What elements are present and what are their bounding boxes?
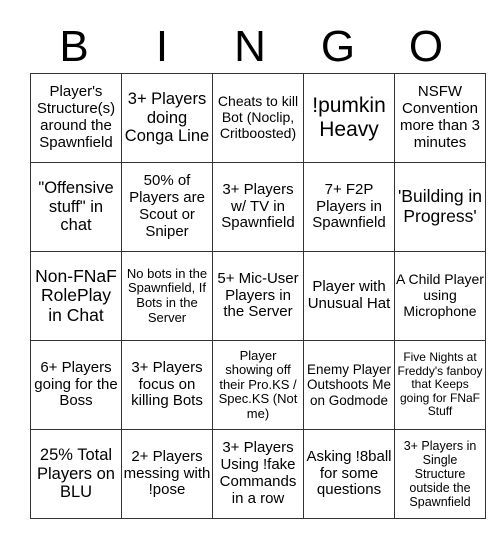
bingo-cell[interactable]: 3+ Players doing Conga Line bbox=[121, 73, 213, 163]
bingo-cell[interactable]: 3+ Players Using !fake Commands in a row bbox=[212, 429, 304, 519]
bingo-cell[interactable]: 7+ F2P Players in Spawnfield bbox=[303, 162, 395, 252]
bingo-cell[interactable]: 3+ Players focus on killing Bots bbox=[121, 340, 213, 430]
header-letter-i: I bbox=[155, 22, 169, 71]
bingo-cell[interactable]: 3+ Players w/ TV in Spawnfield bbox=[212, 162, 304, 252]
bingo-cell[interactable]: Five Nights at Freddy's fanboy that Keep… bbox=[394, 340, 486, 430]
bingo-cell[interactable]: 6+ Players going for the Boss bbox=[30, 340, 122, 430]
bingo-cell[interactable]: Asking !8ball for some questions bbox=[303, 429, 395, 519]
bingo-cell[interactable]: Non-FNaF RolePlay in Chat bbox=[30, 251, 122, 341]
header-letter-b: B bbox=[59, 22, 89, 71]
board-row: 6+ Players going for the Boss 3+ Players… bbox=[30, 340, 486, 430]
bingo-cell[interactable]: No bots in the Spawnfield, If Bots in th… bbox=[121, 251, 213, 341]
bingo-cell[interactable]: Player showing off their Pro.KS / Spec.K… bbox=[212, 340, 304, 430]
header-letter-n: N bbox=[234, 22, 266, 71]
bingo-cell[interactable]: A Child Player using Microphone bbox=[394, 251, 486, 341]
bingo-header: B I N G O bbox=[30, 22, 470, 72]
bingo-cell[interactable]: 'Building in Progress' bbox=[394, 162, 486, 252]
bingo-cell[interactable]: Player's Structure(s) around the Spawnfi… bbox=[30, 73, 122, 163]
bingo-cell[interactable]: 3+ Players in Single Structure outside t… bbox=[394, 429, 486, 519]
board-row: Player's Structure(s) around the Spawnfi… bbox=[30, 73, 486, 163]
board-row: "Offensive stuff" in chat 50% of Players… bbox=[30, 162, 486, 252]
bingo-cell[interactable]: NSFW Convention more than 3 minutes bbox=[394, 73, 486, 163]
header-letter-o: O bbox=[408, 22, 444, 71]
bingo-cell[interactable]: 50% of Players are Scout or Sniper bbox=[121, 162, 213, 252]
bingo-cell[interactable]: !pumkin Heavy bbox=[303, 73, 395, 163]
bingo-cell[interactable]: Enemy Player Outshoots Me on Godmode bbox=[303, 340, 395, 430]
header-letter-g: G bbox=[320, 22, 356, 71]
bingo-cell[interactable]: 25% Total Players on BLU bbox=[30, 429, 122, 519]
bingo-board: Player's Structure(s) around the Spawnfi… bbox=[30, 73, 486, 519]
bingo-cell[interactable]: 2+ Players messing with !pose bbox=[121, 429, 213, 519]
board-row: Non-FNaF RolePlay in Chat No bots in the… bbox=[30, 251, 486, 341]
bingo-cell[interactable]: "Offensive stuff" in chat bbox=[30, 162, 122, 252]
bingo-cell[interactable]: 5+ Mic-User Players in the Server bbox=[212, 251, 304, 341]
board-row: 25% Total Players on BLU 2+ Players mess… bbox=[30, 429, 486, 519]
bingo-cell[interactable]: Cheats to kill Bot (Noclip, Critboosted) bbox=[212, 73, 304, 163]
bingo-cell[interactable]: Player with Unusual Hat bbox=[303, 251, 395, 341]
